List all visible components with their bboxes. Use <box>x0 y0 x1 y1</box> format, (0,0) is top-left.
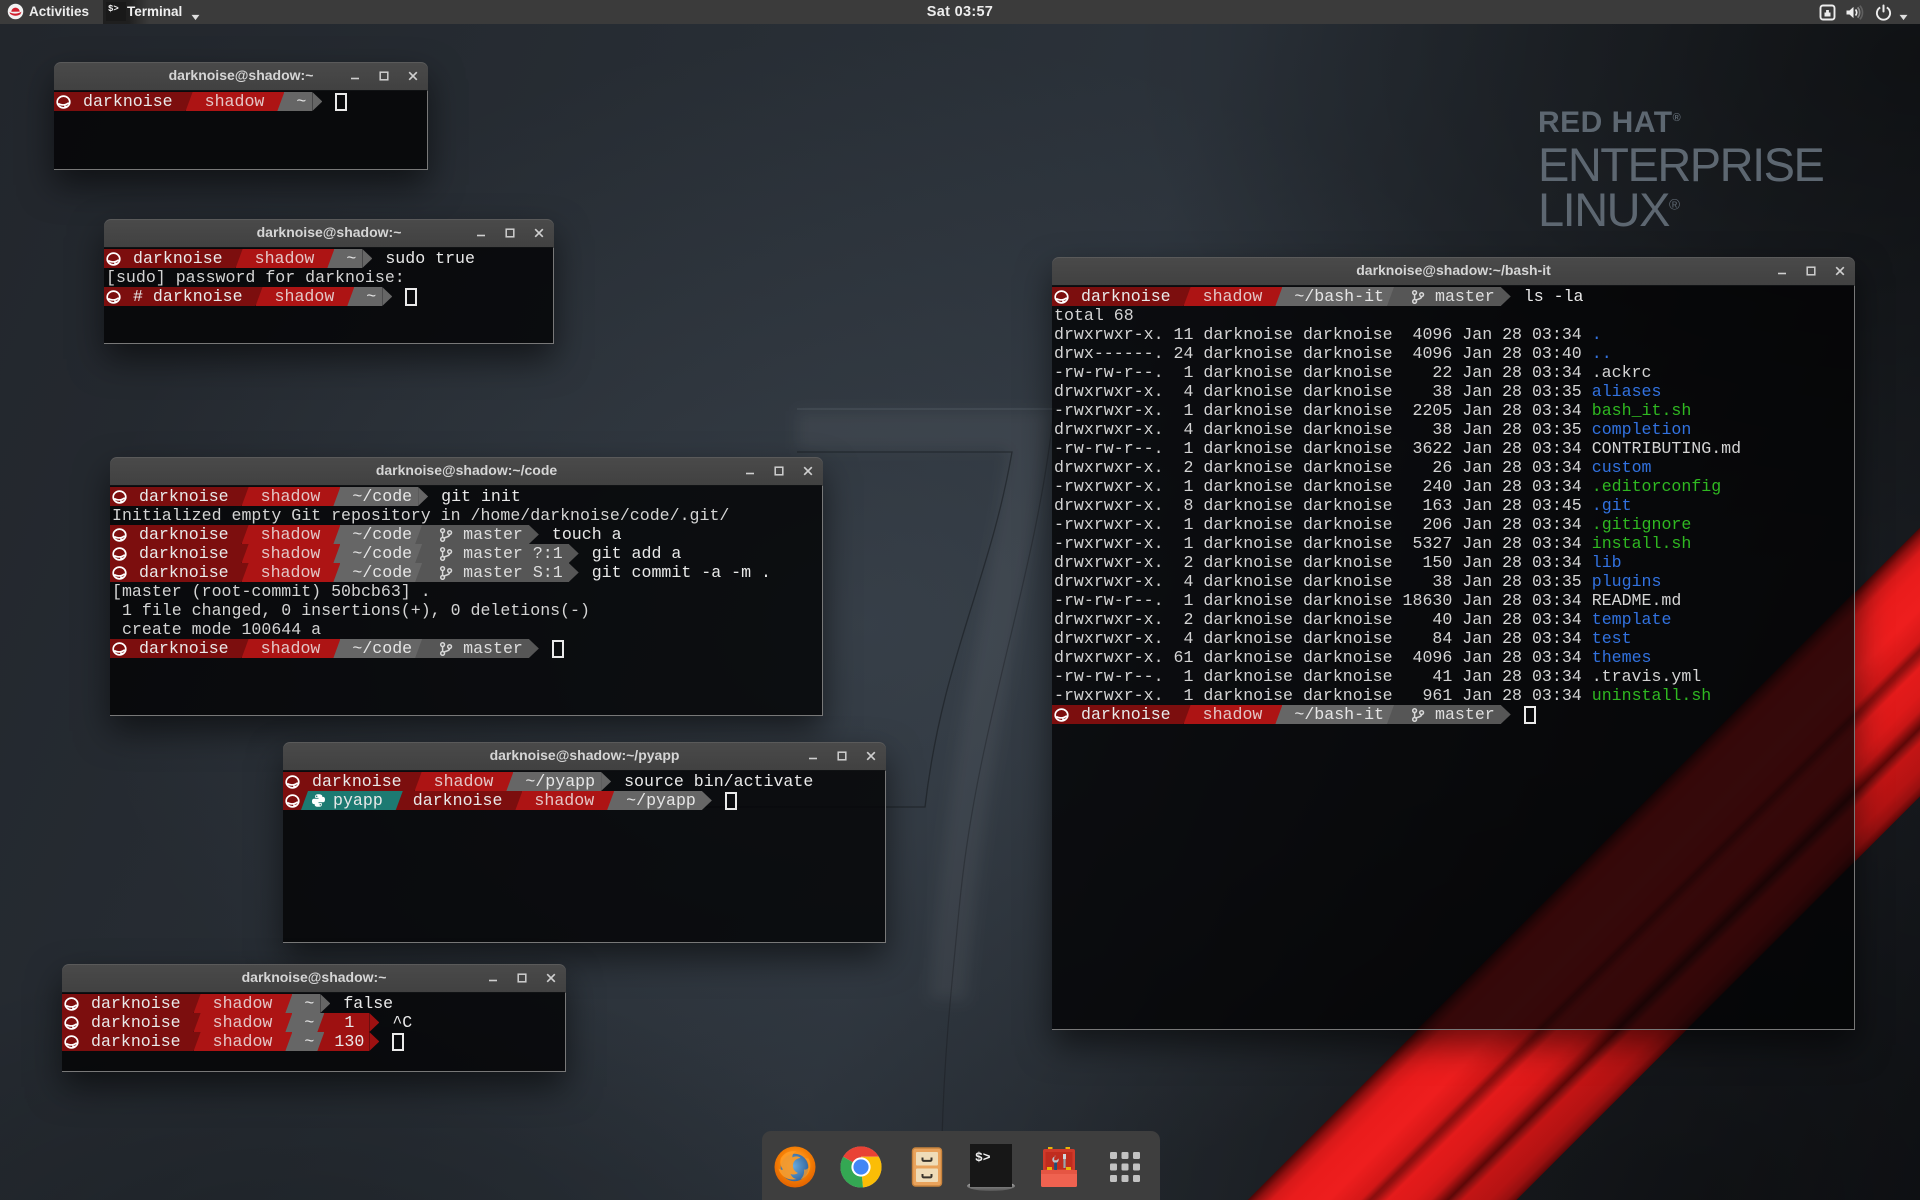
svg-text:$>: $> <box>975 1150 991 1165</box>
